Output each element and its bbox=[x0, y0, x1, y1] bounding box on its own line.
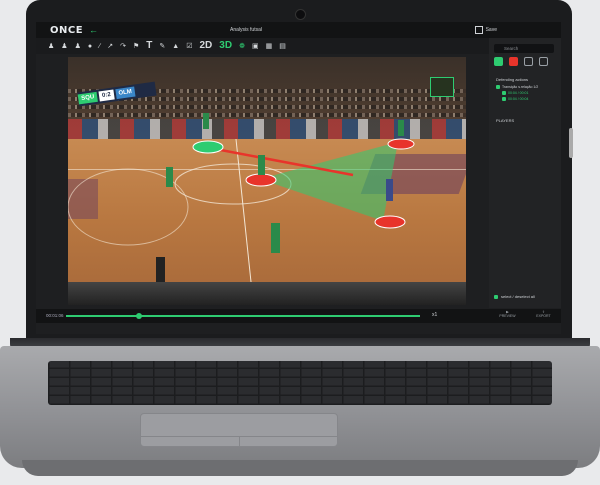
player-kick-icon[interactable]: ♟ bbox=[75, 43, 81, 50]
touchpad bbox=[140, 413, 338, 447]
screen-icon[interactable]: ▤ bbox=[279, 43, 286, 50]
text-tool[interactable]: T bbox=[146, 41, 152, 51]
keyboard bbox=[48, 361, 552, 405]
action-item[interactable]: Transição s.relação 1/2 bbox=[496, 85, 538, 89]
panel-bottom-actions: ▶ PREVIEW ⇧ EXPORT bbox=[489, 310, 561, 324]
drawing-toolbar: ♟ ♟ ♟ ● ∕ ↗ ↷ ⚑ T ✎ ▲ ☑ 2D 3D ❁ ▣ ▦ ▤ bbox=[36, 38, 561, 54]
action-label: 00:04 / 00:04 bbox=[508, 97, 529, 101]
video-frame[interactable]: SQU 0:2 OLM bbox=[68, 57, 466, 305]
checkbox-icon[interactable]: ☑ bbox=[186, 43, 192, 50]
player-1 bbox=[203, 113, 209, 129]
away-team: OLM bbox=[115, 86, 136, 100]
player-6 bbox=[398, 120, 404, 136]
back-arrow-icon[interactable]: ← bbox=[89, 25, 98, 35]
video-timeline[interactable]: 00:01:06 x1 bbox=[36, 309, 561, 323]
playhead[interactable] bbox=[136, 313, 142, 319]
red-marker-2 bbox=[387, 138, 415, 150]
pencil-icon[interactable]: ✎ bbox=[159, 43, 165, 50]
camera-icon[interactable]: ▣ bbox=[252, 43, 259, 50]
action-item[interactable]: 00:04 / 00:04 bbox=[502, 97, 528, 101]
tag-tab[interactable] bbox=[494, 57, 503, 66]
player-4 bbox=[386, 179, 393, 201]
flag-icon[interactable]: ⚑ bbox=[133, 43, 139, 50]
ball-icon[interactable]: ● bbox=[88, 43, 92, 50]
green-player-marker bbox=[192, 140, 224, 154]
preview-button[interactable]: ▶ PREVIEW bbox=[499, 310, 515, 324]
grid-icon[interactable]: ▦ bbox=[266, 43, 273, 50]
checkbox-icon bbox=[496, 85, 500, 89]
document-tab[interactable] bbox=[539, 57, 548, 66]
player-icon[interactable]: ♟ bbox=[48, 43, 54, 50]
checkbox-icon bbox=[502, 97, 506, 101]
app-logo: ONCE bbox=[50, 24, 84, 36]
panel-tabs bbox=[494, 57, 554, 69]
player-5 bbox=[271, 223, 280, 253]
window-title: Analysis futsal bbox=[230, 27, 262, 33]
actions-header: Defending actions bbox=[496, 77, 529, 82]
action-label: Transição s.relação 1/2 bbox=[502, 85, 539, 89]
checkbox-icon bbox=[502, 91, 506, 95]
score-result: 0:2 bbox=[98, 89, 115, 102]
webcam bbox=[295, 9, 306, 20]
red-tab[interactable] bbox=[509, 57, 518, 66]
search-input[interactable]: Search bbox=[494, 44, 554, 53]
top-bar: ONCE ← Analysis futsal Save bbox=[36, 22, 561, 38]
export-button[interactable]: ⇧ EXPORT bbox=[536, 310, 550, 324]
playback-speed[interactable]: x1 bbox=[432, 312, 437, 318]
zone-polygon bbox=[260, 142, 398, 221]
player-3 bbox=[166, 167, 173, 187]
current-time: 00:01:06 bbox=[46, 313, 64, 318]
progress-track[interactable] bbox=[66, 315, 420, 317]
red-marker-3 bbox=[374, 215, 406, 229]
curve-icon[interactable]: ↷ bbox=[120, 43, 126, 50]
2d-button[interactable]: 2D bbox=[199, 41, 212, 51]
arena-screen bbox=[430, 77, 454, 97]
red-marker-1 bbox=[245, 173, 277, 187]
target-icon[interactable]: ❁ bbox=[239, 43, 245, 50]
players-header: PLAYERS bbox=[496, 118, 515, 123]
select-all-toggle[interactable]: select / deselect all bbox=[494, 294, 535, 299]
home-team: SQU bbox=[77, 91, 98, 105]
action-item[interactable]: 00:04 / 00:01 bbox=[502, 91, 528, 95]
save-label: Save bbox=[485, 27, 497, 33]
checkbox-icon bbox=[494, 294, 498, 299]
player-2 bbox=[258, 155, 265, 175]
arrow-icon[interactable]: ↗ bbox=[107, 43, 113, 50]
save-icon bbox=[474, 26, 483, 34]
app-screen: ONCE ← Analysis futsal Save ♟ ♟ ♟ ● ∕ ↗ … bbox=[36, 22, 561, 334]
line-icon[interactable]: ∕ bbox=[99, 43, 100, 50]
player-run-icon[interactable]: ♟ bbox=[61, 43, 67, 50]
action-label: 00:04 / 00:01 bbox=[508, 91, 529, 95]
spotlight-icon[interactable]: ▲ bbox=[172, 43, 179, 50]
save-button[interactable]: Save bbox=[474, 26, 497, 34]
3d-button[interactable]: 3D bbox=[219, 41, 232, 51]
laptop-side-edge bbox=[569, 128, 573, 158]
select-all-label: select / deselect all bbox=[501, 294, 535, 299]
laptop-front-edge bbox=[22, 460, 578, 476]
star-tab[interactable] bbox=[524, 57, 533, 66]
front-crowd bbox=[68, 282, 466, 305]
